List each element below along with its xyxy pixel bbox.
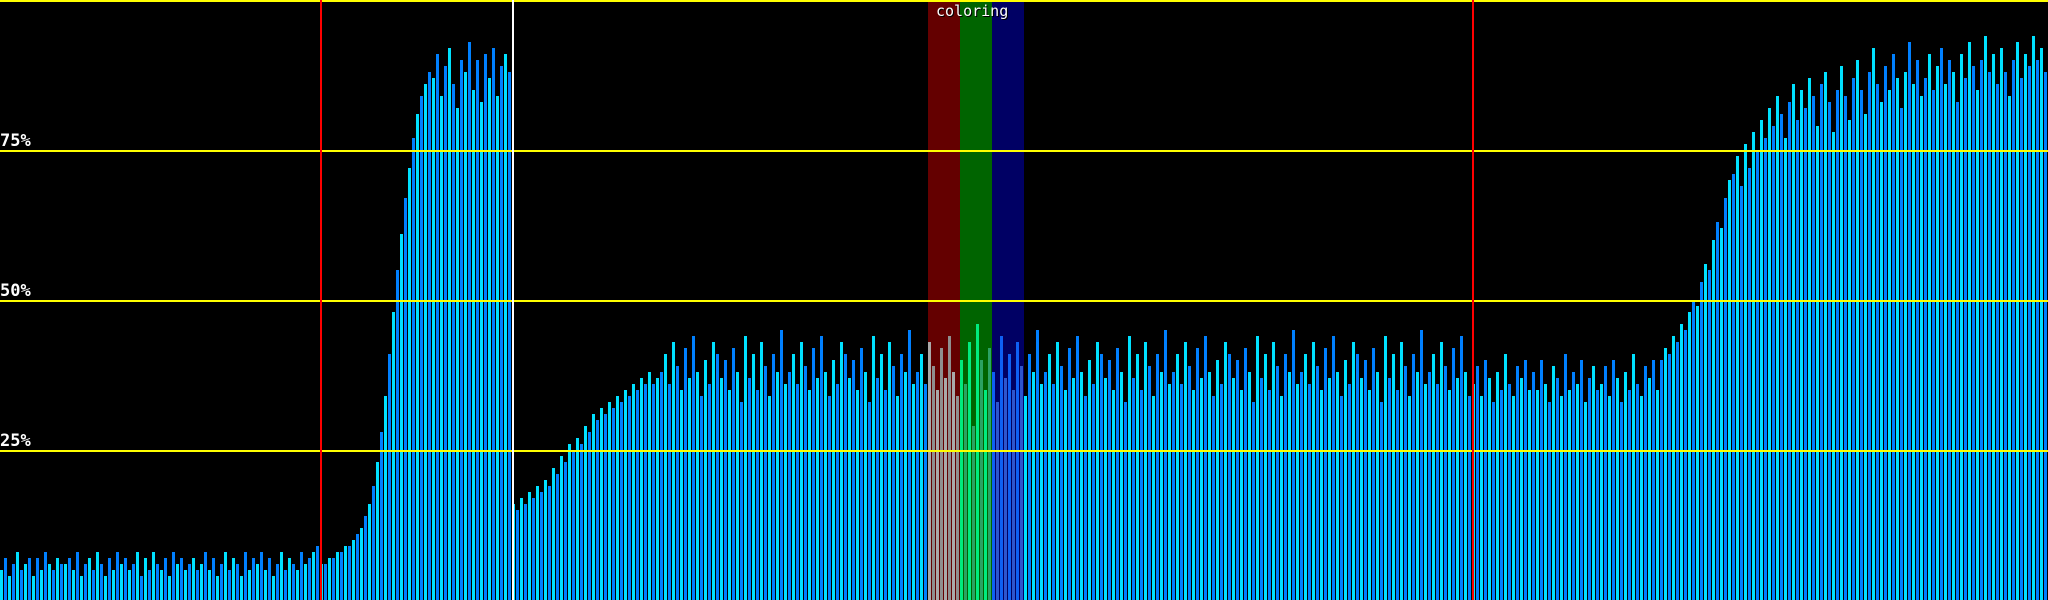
usage-chart: 75% 50% 25% coloring bbox=[0, 0, 2048, 600]
y-axis-label-50: 50% bbox=[0, 281, 31, 301]
labels-layer: 75% 50% 25% bbox=[0, 0, 2048, 600]
y-axis-label-25: 25% bbox=[0, 431, 31, 451]
y-axis-label-75: 75% bbox=[0, 131, 31, 151]
coloring-label: coloring bbox=[936, 2, 1009, 20]
